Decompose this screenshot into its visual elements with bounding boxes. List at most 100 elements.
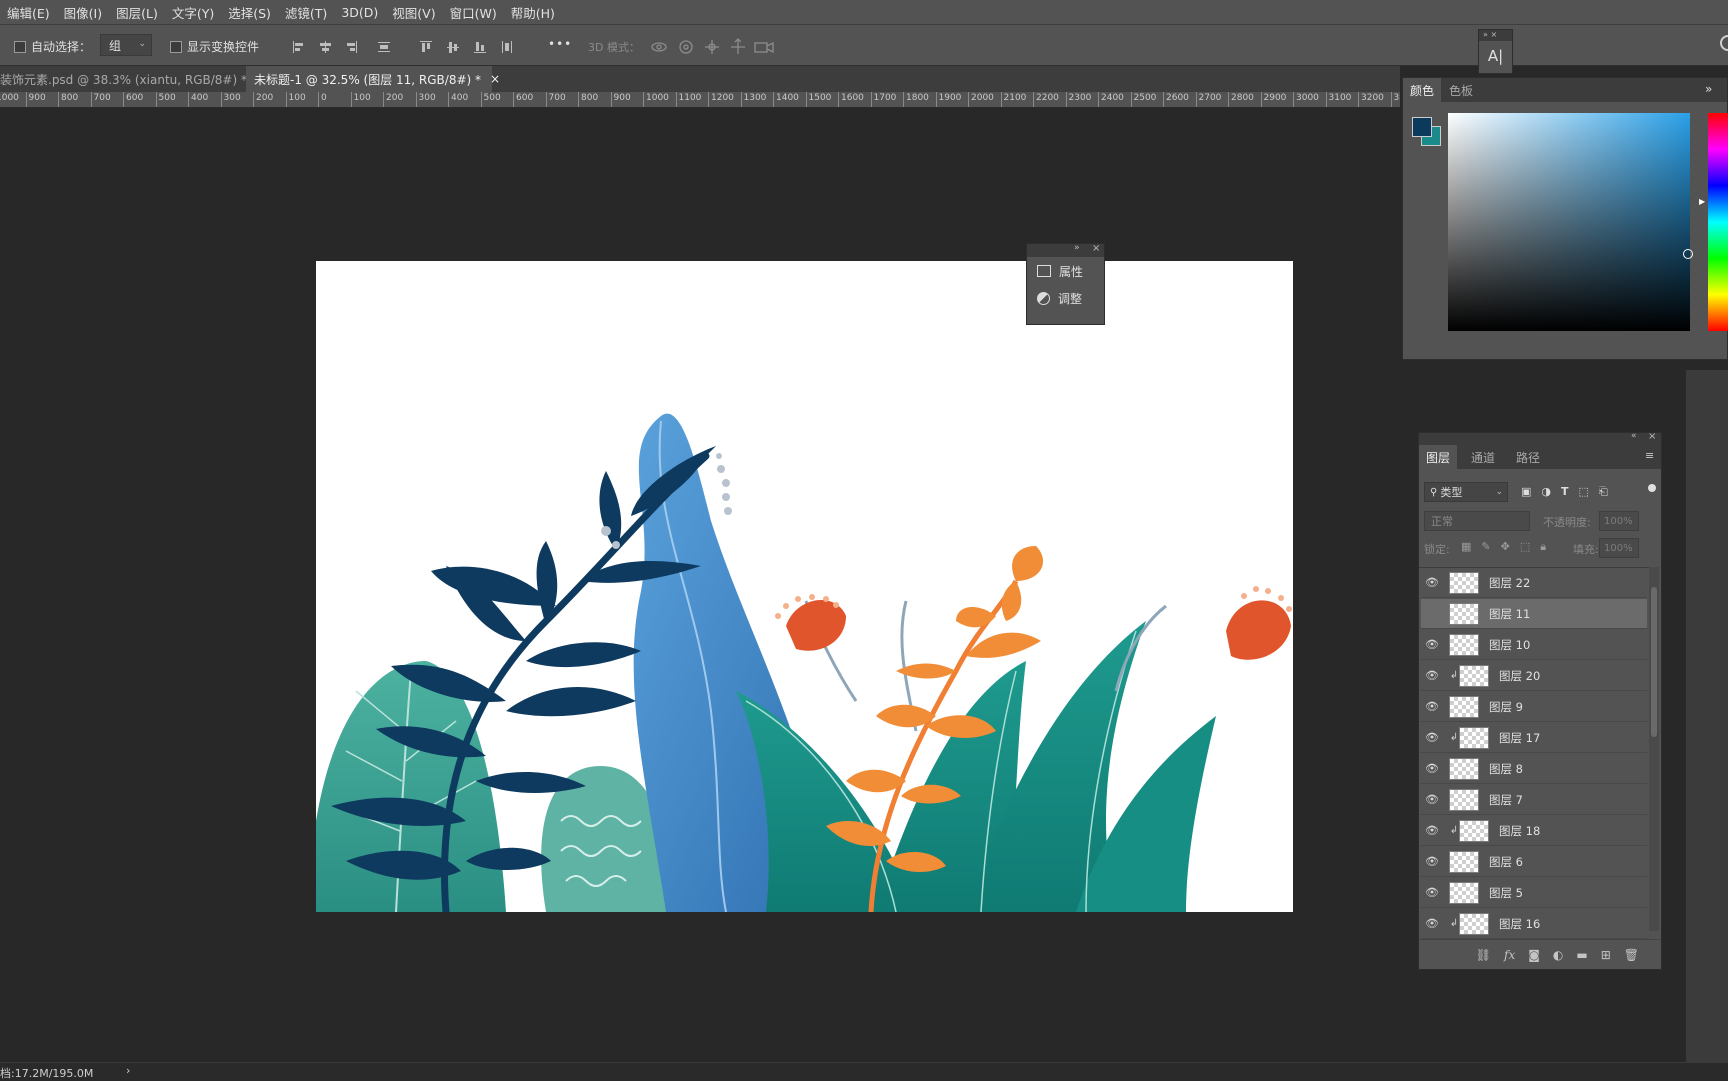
align-bottom-icon[interactable] xyxy=(474,42,486,53)
show-transform-checkbox[interactable] xyxy=(170,41,182,53)
type-filter-icon[interactable]: T xyxy=(1561,485,1569,499)
layer-name[interactable]: 图层 18 xyxy=(1499,823,1540,839)
layer-thumbnail[interactable] xyxy=(1449,602,1479,625)
layer-name[interactable]: 图层 16 xyxy=(1499,916,1540,932)
layer-row[interactable]: 图层 11 xyxy=(1421,599,1647,629)
layer-name[interactable]: 图层 6 xyxy=(1489,854,1523,870)
tab-paths[interactable]: 路径 xyxy=(1516,445,1540,469)
align-top-icon[interactable] xyxy=(420,41,432,52)
menu-window[interactable]: 窗口(W) xyxy=(443,3,504,22)
distribute-icon[interactable] xyxy=(378,42,390,52)
color-field[interactable] xyxy=(1448,113,1693,331)
new-fill-adjustment-icon[interactable]: ◐ xyxy=(1553,948,1563,962)
panel-menu-icon[interactable]: ≡ xyxy=(1645,449,1654,462)
adjustments-button[interactable]: 调整 xyxy=(1027,285,1104,311)
tab-swatches[interactable]: 色板 xyxy=(1449,78,1473,102)
layer-row[interactable]: 👁︎ ↲ 图层 20 xyxy=(1421,661,1647,691)
hue-slider[interactable] xyxy=(1708,113,1728,331)
eye-icon[interactable]: 👁︎ xyxy=(1421,762,1443,775)
trash-icon[interactable]: 🗑︎ xyxy=(1624,948,1639,962)
layer-name[interactable]: 图层 10 xyxy=(1489,637,1530,653)
layer-row[interactable]: 👁︎ ↲ 图层 16 xyxy=(1421,909,1647,939)
layer-name[interactable]: 图层 9 xyxy=(1489,699,1523,715)
eye-icon[interactable]: 👁︎ xyxy=(1421,855,1443,868)
layer-row[interactable]: 👁︎ 图层 8 xyxy=(1421,754,1647,784)
fx-icon[interactable]: fx xyxy=(1504,948,1515,962)
link-layers-icon[interactable]: ⛓ xyxy=(1476,948,1491,962)
layer-row[interactable]: 👁︎ 图层 6 xyxy=(1421,847,1647,877)
filter-toggle-icon[interactable] xyxy=(1648,484,1656,492)
layer-row[interactable]: 👁︎ 图层 10 xyxy=(1421,630,1647,660)
eye-icon[interactable]: 👁︎ xyxy=(1421,731,1443,744)
auto-select-dropdown[interactable]: 组 ⌄ xyxy=(100,34,152,56)
blend-mode-dropdown[interactable]: 正常 xyxy=(1424,511,1530,531)
hue-slider-handle-icon[interactable]: ▶ xyxy=(1699,197,1705,206)
layer-thumbnail[interactable] xyxy=(1449,850,1479,873)
lock-transparent-icon[interactable]: ▦ xyxy=(1461,540,1471,554)
scrollbar-thumb[interactable] xyxy=(1651,587,1657,737)
distribute-vertical-icon[interactable] xyxy=(502,41,512,53)
layer-filter-dropdown[interactable]: ⚲ 类型 ⌄ xyxy=(1424,482,1508,502)
layer-name[interactable]: 图层 8 xyxy=(1489,761,1523,777)
opacity-field[interactable]: 100% xyxy=(1599,511,1639,531)
eye-icon[interactable]: 👁︎ xyxy=(1421,824,1443,837)
layer-row[interactable]: 👁︎ ↲ 图层 18 xyxy=(1421,816,1647,846)
layer-name[interactable]: 图层 11 xyxy=(1489,606,1530,622)
shape-filter-icon[interactable]: ⬚ xyxy=(1579,485,1589,499)
layer-name[interactable]: 图层 7 xyxy=(1489,792,1523,808)
foreground-color-swatch[interactable] xyxy=(1412,117,1432,137)
layer-name[interactable]: 图层 20 xyxy=(1499,668,1540,684)
horizontal-ruler[interactable]: 1000900800700600500400300200100010020030… xyxy=(0,92,1400,108)
layer-thumbnail[interactable] xyxy=(1459,664,1489,687)
layer-row[interactable]: 👁︎ 图层 22 xyxy=(1421,568,1647,598)
menu-type[interactable]: 文字(Y) xyxy=(165,3,221,22)
layer-name[interactable]: 图层 22 xyxy=(1489,575,1530,591)
character-icon[interactable]: A| xyxy=(1479,47,1512,65)
fill-field[interactable]: 100% xyxy=(1599,538,1639,558)
align-hcenter-icon[interactable] xyxy=(320,41,331,53)
align-vcenter-icon[interactable] xyxy=(447,42,459,53)
eye-icon[interactable]: 👁︎ xyxy=(1421,793,1443,806)
menu-edit[interactable]: 编辑(E) xyxy=(0,3,57,22)
collapse-icon[interactable]: « xyxy=(1631,431,1637,441)
more-options-button[interactable]: ••• xyxy=(548,37,572,51)
tab-close-icon[interactable]: × xyxy=(490,72,500,86)
layer-thumbnail[interactable] xyxy=(1449,571,1479,594)
eye-icon[interactable]: 👁︎ xyxy=(1421,576,1443,589)
eye-icon[interactable]: 👁︎ xyxy=(1421,638,1443,651)
lock-pixels-icon[interactable]: ✎ xyxy=(1481,540,1490,554)
new-layer-icon[interactable]: ⊞ xyxy=(1601,948,1611,962)
add-mask-icon[interactable]: ◙ xyxy=(1528,948,1540,962)
tab-untitled-1[interactable]: 未标题-1 @ 32.5% (图层 11, RGB/8#) * × xyxy=(246,66,500,92)
lock-all-icon[interactable]: 🔒︎ xyxy=(1540,540,1546,554)
layer-row[interactable]: 👁︎ 图层 7 xyxy=(1421,785,1647,815)
align-right-icon[interactable] xyxy=(347,41,357,53)
layer-thumbnail[interactable] xyxy=(1449,695,1479,718)
align-left-icon[interactable] xyxy=(293,41,303,53)
3d-orbit-icon[interactable] xyxy=(651,42,667,52)
panel-menu-icon[interactable]: » xyxy=(1705,82,1712,96)
tab-channels[interactable]: 通道 xyxy=(1471,445,1495,469)
tab-layers[interactable]: 图层 xyxy=(1419,445,1457,469)
eye-icon[interactable]: 👁︎ xyxy=(1421,917,1443,930)
document-canvas[interactable] xyxy=(316,261,1293,912)
layer-row[interactable]: 👁︎ 图层 9 xyxy=(1421,692,1647,722)
dock-header[interactable]: » × xyxy=(1479,30,1512,41)
auto-select-checkbox[interactable] xyxy=(14,41,26,53)
floating-panel-header[interactable]: » × xyxy=(1027,243,1104,257)
layer-name[interactable]: 图层 17 xyxy=(1499,730,1540,746)
layer-row[interactable]: 👁︎ ↲ 图层 17 xyxy=(1421,723,1647,753)
lock-position-icon[interactable]: ✥ xyxy=(1501,540,1510,554)
properties-button[interactable]: 属性 xyxy=(1027,257,1104,285)
menu-view[interactable]: 视图(V) xyxy=(385,3,442,22)
3d-roll-icon[interactable] xyxy=(679,40,693,54)
lock-artboard-icon[interactable]: ⬚ xyxy=(1520,540,1530,554)
adjustment-filter-icon[interactable]: ◑ xyxy=(1541,485,1551,499)
eye-icon[interactable]: 👁︎ xyxy=(1421,669,1443,682)
layer-thumbnail[interactable] xyxy=(1459,819,1489,842)
layer-thumbnail[interactable] xyxy=(1449,757,1479,780)
close-icon[interactable]: × xyxy=(1092,243,1100,254)
layer-thumbnail[interactable] xyxy=(1449,788,1479,811)
3d-slide-icon[interactable] xyxy=(731,38,745,54)
layer-name[interactable]: 图层 5 xyxy=(1489,885,1523,901)
